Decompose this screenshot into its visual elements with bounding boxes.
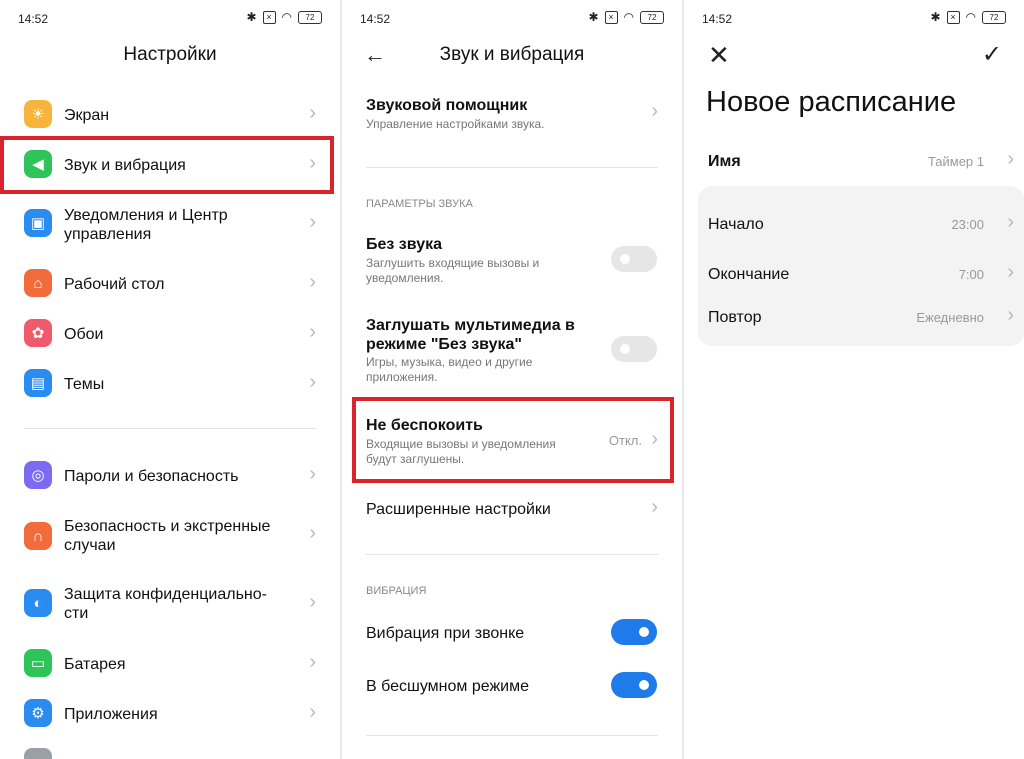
divider: [24, 428, 316, 429]
settings-item-apps[interactable]: ⚙ Приложения ›: [0, 699, 340, 729]
schedule-end-value: 7:00: [958, 267, 984, 282]
page-title: Звук и вибрация: [439, 44, 585, 65]
chevron-right-icon: ›: [651, 496, 658, 518]
page-title: Новое расписание: [706, 86, 957, 118]
settings-item-privacy[interactable]: ◐ Защита конфиденциально-сти ›: [0, 585, 340, 625]
settings-item-wallpaper[interactable]: ✿ Обои ›: [0, 319, 340, 349]
schedule-start-value: 23:00: [951, 217, 984, 232]
vibration-ring-row[interactable]: Вибрация при звонке: [342, 619, 682, 647]
no-sim-icon: ×: [262, 10, 276, 24]
bluetooth-icon: ✱: [588, 10, 599, 24]
bluetooth-icon: ✱: [930, 10, 941, 24]
chevron-right-icon: ›: [1007, 211, 1014, 233]
status-icons: ✱ × ◠ 72: [246, 10, 322, 24]
divider: [366, 554, 658, 555]
settings-item-screen[interactable]: ☀ Экран ›: [0, 100, 340, 130]
settings-item-home[interactable]: ⌂ Рабочий стол ›: [0, 269, 340, 299]
mute-media-toggle[interactable]: [611, 336, 657, 362]
status-time: 14:52: [702, 12, 733, 26]
wifi-icon: ◠: [965, 10, 976, 24]
battery-status: 72: [640, 10, 664, 24]
divider: [366, 735, 658, 736]
settings-item-battery[interactable]: ▭ Батарея ›: [0, 649, 340, 679]
chevron-right-icon: ›: [309, 102, 316, 124]
chevron-right-icon: ›: [309, 211, 316, 233]
no-sim-icon: ×: [946, 10, 960, 24]
settings-item-passwords[interactable]: ◎ Пароли и безопасность ›: [0, 461, 340, 491]
notification-icon: ▣: [24, 209, 52, 237]
settings-panel: 14:52 ✱ × ◠ 72 Настройки ☀ Экран › ◀ Зву…: [0, 0, 340, 759]
sun-icon: ☀: [24, 100, 52, 128]
chevron-right-icon: ›: [309, 271, 316, 293]
status-bar: 14:52 ✱ × ◠ 72: [360, 10, 664, 28]
status-bar: 14:52 ✱ × ◠ 72: [702, 10, 1006, 28]
settings-item-notifications[interactable]: ▣ Уведомления и Центр управления ›: [0, 205, 340, 245]
wifi-icon: ◠: [281, 10, 292, 24]
divider: [366, 167, 658, 168]
battery-status: 72: [982, 10, 1006, 24]
home-icon: ⌂: [24, 269, 52, 297]
chevron-right-icon: ›: [1007, 261, 1014, 283]
privacy-icon: ◐: [24, 589, 52, 617]
status-time: 14:52: [360, 12, 391, 26]
schedule-end-row[interactable]: Окончание 7:00 ›: [684, 261, 1024, 286]
sound-assistant-row[interactable]: Звуковой помощник Управление настройками…: [342, 96, 682, 136]
vibration-silent-row[interactable]: В бесшумном режиме: [342, 672, 682, 700]
silent-mode-row[interactable]: Без звука Заглушить входящие вызовы и ув…: [342, 235, 682, 287]
new-schedule-panel: 14:52 ✱ × ◠ 72 ✕ ✓ Новое расписание Имя …: [684, 0, 1024, 759]
mute-media-row[interactable]: Заглушать мультимедиа в режиме "Без звук…: [342, 316, 682, 386]
partial-item-icon: [24, 748, 52, 759]
chevron-right-icon: ›: [309, 522, 316, 544]
page-title: Настройки: [123, 44, 217, 65]
wifi-icon: ◠: [623, 10, 634, 24]
battery-icon: ▭: [24, 649, 52, 677]
chevron-right-icon: ›: [309, 701, 316, 723]
check-icon[interactable]: ✓: [982, 40, 1002, 69]
no-sim-icon: ×: [604, 10, 618, 24]
close-icon[interactable]: ✕: [708, 40, 730, 71]
flower-icon: ✿: [24, 319, 52, 347]
chevron-right-icon: ›: [1007, 304, 1014, 326]
chevron-right-icon: ›: [309, 463, 316, 485]
schedule-name-value: Таймер 1: [927, 154, 984, 169]
bluetooth-icon: ✱: [246, 10, 257, 24]
schedule-name-row[interactable]: Имя Таймер 1 ›: [684, 148, 1024, 174]
status-icons: ✱ × ◠ 72: [930, 10, 1006, 24]
section-header-vibration: ВИБРАЦИЯ: [366, 585, 427, 597]
chevron-right-icon: ›: [309, 321, 316, 343]
advanced-settings-row[interactable]: Расширенные настройки ›: [342, 496, 682, 522]
chevron-right-icon: ›: [1007, 148, 1014, 170]
highlight-box: [352, 397, 674, 483]
brush-icon: ▤: [24, 369, 52, 397]
settings-item-emergency[interactable]: ∩ Безопасность и экстренные случаи ›: [0, 516, 340, 556]
emergency-icon: ∩: [24, 522, 52, 550]
vibration-silent-toggle[interactable]: [611, 672, 657, 698]
highlight-box: [0, 136, 334, 194]
schedule-repeat-value: Ежедневно: [916, 310, 984, 325]
status-icons: ✱ × ◠ 72: [588, 10, 664, 24]
battery-status: 72: [298, 10, 322, 24]
silent-mode-toggle[interactable]: [611, 246, 657, 272]
status-time: 14:52: [18, 12, 49, 26]
gear-icon: ⚙: [24, 699, 52, 727]
section-header-sound: ПАРАМЕТРЫ ЗВУКА: [366, 198, 473, 210]
vibration-ring-toggle[interactable]: [611, 619, 657, 645]
status-bar: 14:52 ✱ × ◠ 72: [18, 10, 322, 28]
settings-item-themes[interactable]: ▤ Темы ›: [0, 369, 340, 399]
sound-vibration-panel: 14:52 ✱ × ◠ 72 ← Звук и вибрация Звуково…: [342, 0, 682, 759]
schedule-repeat-row[interactable]: Повтор Ежедневно ›: [684, 304, 1024, 329]
chevron-right-icon: ›: [309, 591, 316, 613]
chevron-right-icon: ›: [309, 371, 316, 393]
chevron-right-icon: ›: [309, 651, 316, 673]
fingerprint-icon: ◎: [24, 461, 52, 489]
schedule-start-row[interactable]: Начало 23:00 ›: [684, 211, 1024, 236]
chevron-right-icon: ›: [651, 100, 658, 122]
